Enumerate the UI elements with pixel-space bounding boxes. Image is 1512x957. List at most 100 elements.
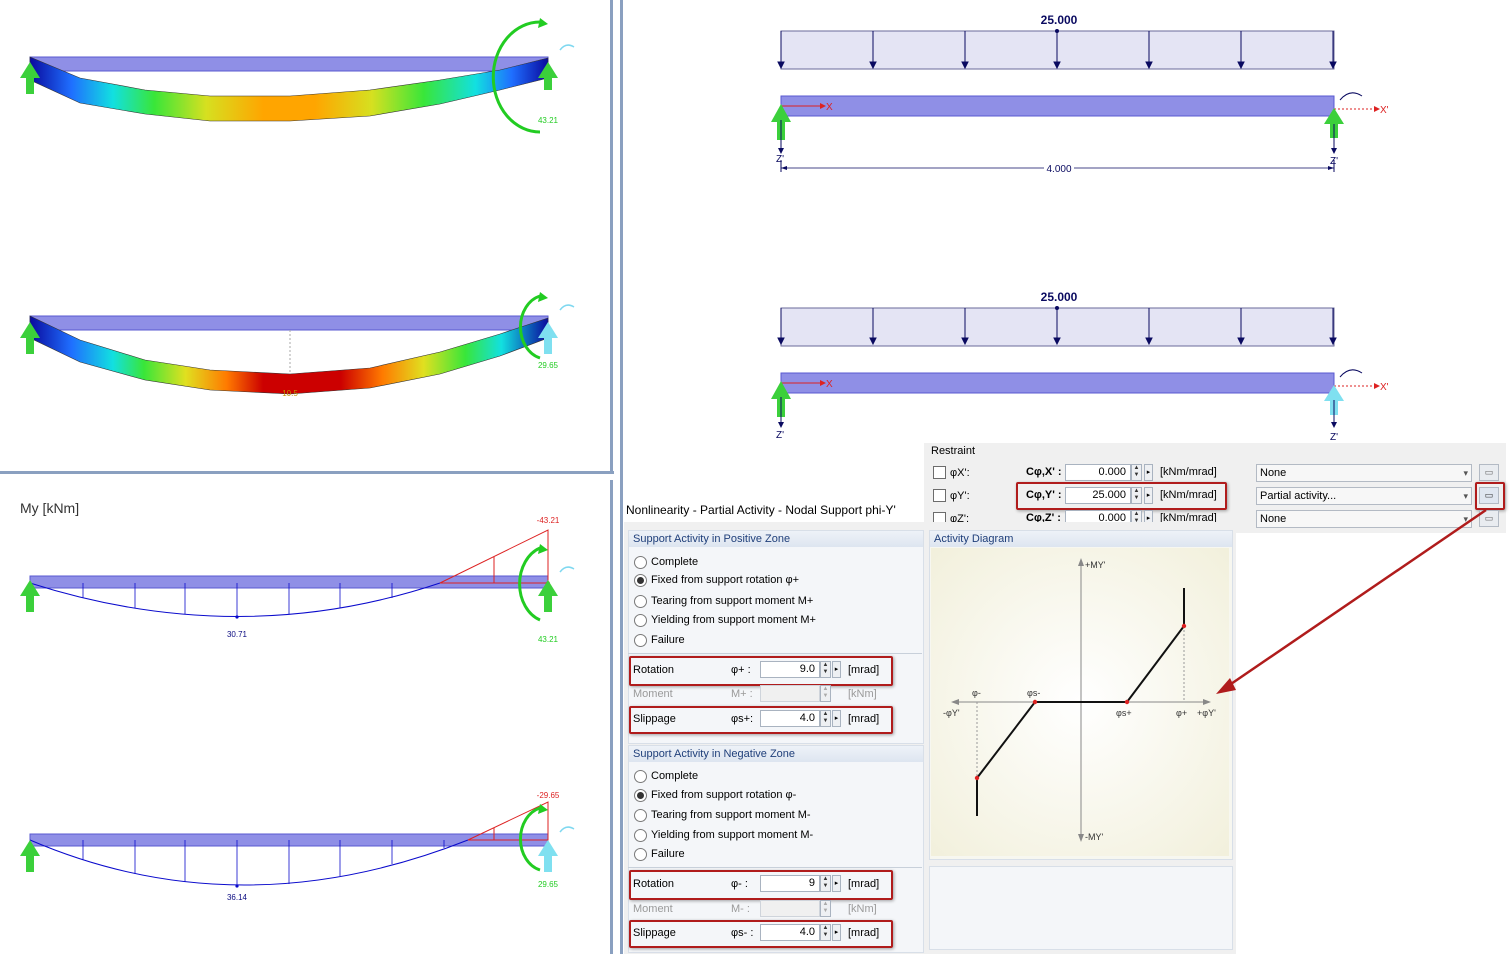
neg-moment-label: Moment [633, 903, 673, 915]
model-beam-1 [780, 95, 1335, 117]
highlight-pos-rotation [629, 656, 893, 686]
neg-moment-spinner[interactable]: ▲ ▼ [820, 900, 831, 917]
pos-option-tearing[interactable]: Tearing from support moment M+ [634, 593, 813, 609]
diagram-label-phi-s-minus: φs- [1027, 688, 1040, 698]
c-phi-x-input[interactable]: 0.000 [1065, 464, 1131, 481]
end-moment-1: -43.21 [537, 516, 560, 525]
pos-moment-spinner[interactable]: ▲ ▼ [820, 685, 831, 702]
nonlinearity-y-combo[interactable]: Partial activity... ▾ [1256, 487, 1472, 505]
left-top-panel[interactable]: 43.21 10.5 29.65 [0, 0, 612, 474]
nonlinearity-z-combo[interactable]: None ▾ [1256, 510, 1472, 528]
mid-moment-1: 30.71 [227, 630, 248, 639]
edit-nonlinearity-z-button[interactable]: ▭ [1479, 510, 1499, 527]
result-type-label: My [kNm] [20, 500, 80, 516]
reaction-label-2: 29.65 [538, 361, 559, 370]
end-moment-2: -29.65 [537, 791, 560, 800]
checkbox-phi-x[interactable] [933, 466, 946, 479]
radio-selected-icon [634, 788, 647, 802]
reaction-label-1: 43.21 [538, 116, 559, 125]
neg-option-fixed[interactable]: Fixed from support rotation φ- [634, 787, 796, 803]
model-beam-2 [780, 372, 1335, 394]
neg-option-failure[interactable]: Failure [634, 846, 685, 862]
diagram-label-m-pos: +MY' [1085, 560, 1106, 570]
axis-x-prime-2: X' [1380, 382, 1389, 393]
neg-option-yielding[interactable]: Yielding from support moment M- [634, 827, 813, 843]
nonlinearity-z-value: None [1260, 513, 1287, 525]
highlight-neg-rotation [629, 870, 893, 900]
neg-moment-symbol: M- : [731, 903, 750, 915]
pos-option-complete[interactable]: Complete [634, 554, 698, 570]
axis-x-prime-1: X' [1380, 105, 1389, 116]
neg-moment-input[interactable] [760, 900, 820, 917]
pos-option-label: Tearing from support moment M+ [651, 595, 814, 607]
pos-option-failure[interactable]: Failure [634, 632, 685, 648]
nonlinearity-x-value: None [1260, 467, 1287, 479]
positive-zone-title: Support Activity in Positive Zone [629, 531, 923, 547]
phi-x-label: φX': [950, 467, 970, 479]
highlight-edit-button [1475, 482, 1505, 510]
restraint-title: Restraint [931, 445, 976, 457]
pos-moment-input[interactable] [760, 685, 820, 702]
diagram-label-phi-pos: +φY' [1197, 708, 1216, 718]
radio-icon [634, 633, 647, 647]
c-phi-x-arrow[interactable]: ▸ [1144, 464, 1153, 481]
neg-option-tearing[interactable]: Tearing from support moment M- [634, 807, 811, 823]
radio-icon [634, 808, 647, 822]
c-phi-x-spinner[interactable]: ▲ ▼ [1131, 464, 1142, 481]
diagram-label-phi-plus: φ+ [1176, 708, 1187, 718]
radio-icon [634, 555, 647, 569]
load-value-1: 25.000 [1041, 13, 1078, 27]
diagram-label-phi-s-plus: φs+ [1116, 708, 1132, 718]
axis-z-2: Z' [776, 430, 784, 441]
deformation-view: 43.21 10.5 29.65 [20, 18, 575, 398]
pos-option-yielding[interactable]: Yielding from support moment M+ [634, 612, 816, 628]
radio-icon [634, 769, 647, 783]
pos-option-label: Failure [651, 634, 685, 646]
load-value-2: 25.000 [1041, 290, 1078, 304]
pos-moment-unit: [kNm] [848, 688, 877, 700]
beam-1 [29, 56, 549, 72]
info-area [929, 866, 1233, 950]
chevron-down-icon: ▾ [1463, 514, 1468, 524]
c-phi-x-label: Cφ,X' : [1026, 466, 1062, 478]
neg-option-complete[interactable]: Complete [634, 768, 698, 784]
moment-curve-2 [29, 839, 469, 886]
neg-moment-unit: [kNm] [848, 903, 877, 915]
pos-moment-symbol: M+ : [731, 688, 753, 700]
reaction-label-3: 43.21 [538, 635, 559, 644]
radio-icon [634, 828, 647, 842]
pos-option-label: Fixed from support rotation φ+ [651, 574, 800, 586]
axis-z-end-2: Z' [1330, 432, 1338, 443]
highlight-pos-slippage [629, 706, 893, 734]
model-view[interactable]: 25.000 X X' Z' Z' 4.000 25.000 [624, 0, 1512, 445]
axis-z-1: Z' [776, 154, 784, 165]
axis-x-2: X [826, 379, 833, 390]
axis-x-1: X [826, 102, 833, 113]
edit-nonlinearity-x-button[interactable]: ▭ [1479, 464, 1499, 481]
negative-zone-title: Support Activity in Negative Zone [629, 746, 923, 762]
highlight-c-phi-y [1016, 482, 1227, 510]
radio-icon [634, 613, 647, 627]
left-bottom-panel[interactable]: My [kNm] -43.21 30.71 43.21 -29.65 36.14… [0, 480, 612, 954]
radio-selected-icon [634, 573, 647, 587]
dialog-title: Nonlinearity - Partial Activity - Nodal … [626, 503, 896, 517]
moment-diagram-view: -43.21 30.71 43.21 -29.65 36.14 29.65 [20, 516, 575, 902]
pos-option-label: Complete [651, 556, 699, 568]
activity-diagram: +MY' -MY' -φY' +φY' φ- φs- φs+ φ+ [931, 548, 1229, 856]
neg-option-label: Fixed from support rotation φ- [651, 789, 797, 801]
pos-option-label: Yielding from support moment M+ [651, 614, 816, 626]
chevron-down-icon: ▾ [1463, 468, 1468, 478]
diagram-label-phi-neg: -φY' [943, 708, 960, 718]
checkbox-phi-y[interactable] [933, 489, 946, 502]
diagram-label-m-neg: -MY' [1085, 832, 1103, 842]
divider [628, 867, 922, 868]
mid-moment-2: 36.14 [227, 893, 248, 902]
neg-option-label: Tearing from support moment M- [651, 809, 811, 821]
pos-option-fixed[interactable]: Fixed from support rotation φ+ [634, 572, 799, 588]
neg-option-label: Complete [651, 770, 699, 782]
reaction-label-4: 29.65 [538, 880, 559, 889]
nonlinearity-x-combo[interactable]: None ▾ [1256, 464, 1472, 482]
neg-option-label: Yielding from support moment M- [651, 829, 814, 841]
beam-2 [29, 315, 549, 331]
phi-y-label: φY': [950, 490, 970, 502]
